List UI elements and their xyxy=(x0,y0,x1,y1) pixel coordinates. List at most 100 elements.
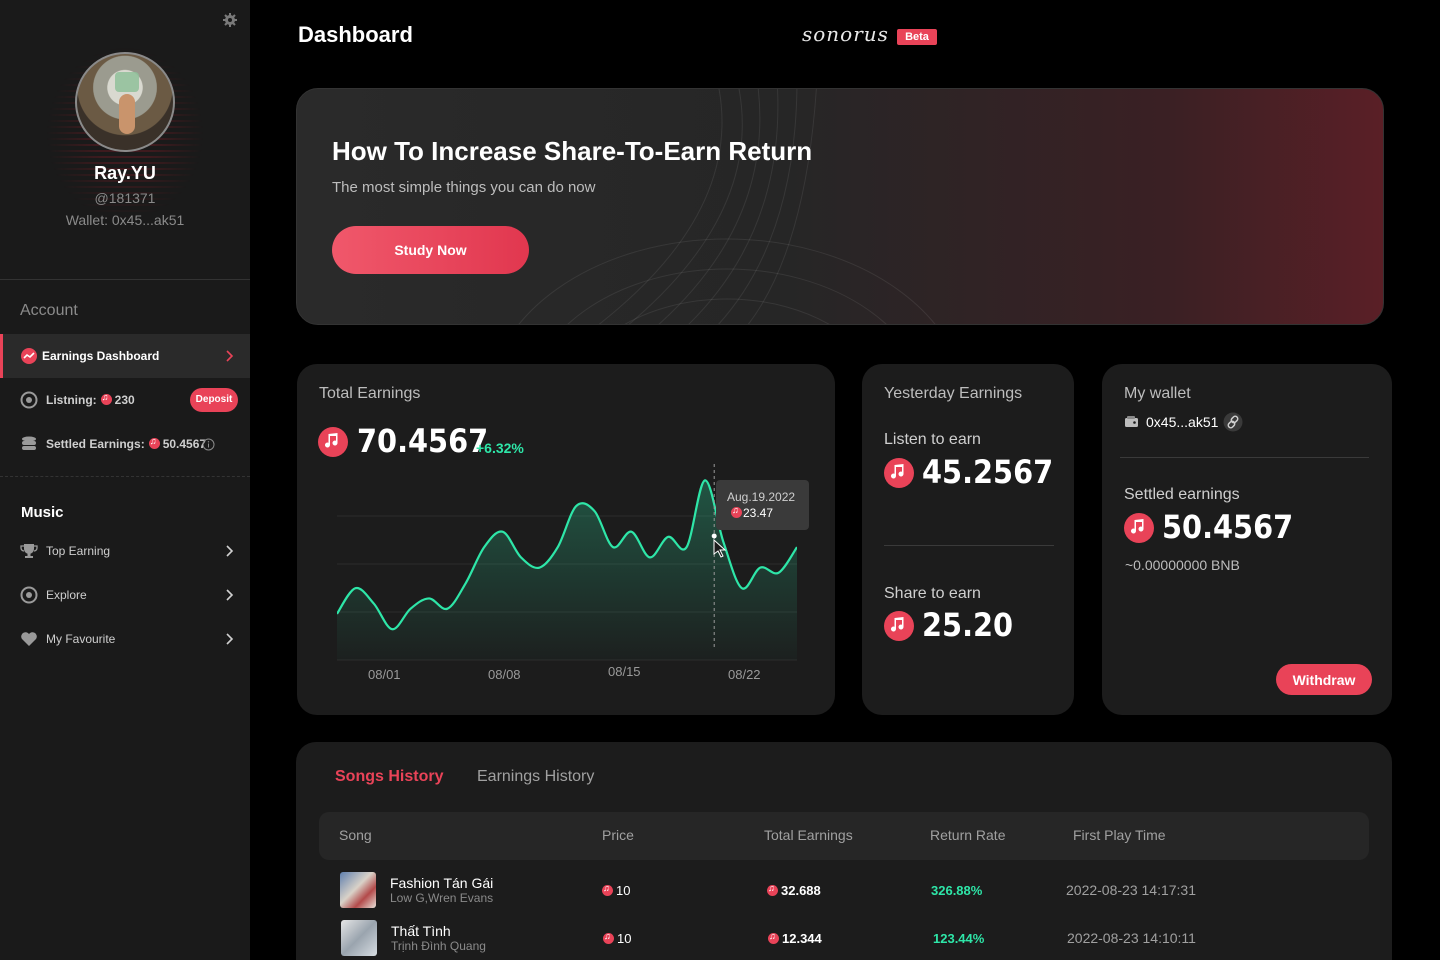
price-cell: 10 xyxy=(603,931,631,946)
tooltip-date: Aug.19.2022 xyxy=(727,490,796,504)
settled-label: Settled earnings xyxy=(1124,486,1240,503)
song-cover[interactable] xyxy=(341,920,377,956)
song-artist: Trịnh Đình Quang xyxy=(391,939,486,953)
x-tick-label: 08/01 xyxy=(368,667,401,682)
share-label: Share to earn xyxy=(884,585,981,602)
chevron-right-icon xyxy=(226,633,234,645)
token-icon xyxy=(767,883,778,896)
total-earnings-cell: 12.344 xyxy=(768,931,822,946)
song-artist: Low G,Wren Evans xyxy=(390,891,494,905)
deposit-button[interactable]: Deposit xyxy=(190,388,238,412)
sidebar-item-label: My Favourite xyxy=(46,632,116,646)
chevron-right-icon xyxy=(226,350,234,362)
dashboard-icon xyxy=(21,348,37,364)
yesterday-earnings-card xyxy=(862,364,1074,715)
listen-value: 45.2567 xyxy=(922,453,1054,491)
total-earnings-change: +6.32% xyxy=(476,440,524,456)
token-icon xyxy=(884,458,914,488)
listen-label: Listen to earn xyxy=(884,431,981,448)
withdraw-button[interactable]: Withdraw xyxy=(1276,664,1372,695)
share-value: 25.20 xyxy=(922,606,1014,644)
divider xyxy=(884,545,1054,546)
heart-icon xyxy=(21,632,37,646)
user-name: Ray.YU xyxy=(94,163,156,183)
info-icon[interactable] xyxy=(202,438,215,451)
explore-icon xyxy=(20,586,38,604)
token-icon xyxy=(318,427,348,457)
x-tick-label: 08/22 xyxy=(728,667,761,682)
token-icon xyxy=(768,931,779,944)
token-icon xyxy=(148,436,160,449)
token-icon xyxy=(602,883,613,896)
sidebar-item-earnings-dashboard[interactable]: Earnings Dashboard xyxy=(0,334,250,378)
chevron-right-icon xyxy=(226,545,234,557)
banner-decoration xyxy=(518,89,936,324)
music-heading: Music xyxy=(21,504,64,521)
wallet-icon xyxy=(1125,416,1138,427)
sidebar-item-label: Listning:230 xyxy=(46,392,135,407)
sidebar-item-label: Top Earning xyxy=(46,544,111,558)
sidebar-item-settled-earnings: Settled Earnings:50.4567 xyxy=(0,422,250,466)
banner-subtitle: The most simple things you can do now xyxy=(332,179,596,196)
song-title[interactable]: Thất Tình xyxy=(391,923,451,939)
sidebar-item-label: Settled Earnings:50.4567 xyxy=(46,436,207,451)
token-icon xyxy=(100,392,112,405)
promo-banner: How To Increase Share-To-Earn Return The… xyxy=(296,88,1384,325)
divider xyxy=(1120,457,1369,458)
account-heading: Account xyxy=(20,302,78,319)
price-cell: 10 xyxy=(602,883,630,898)
user-handle: @181371 xyxy=(94,190,156,206)
listening-count: 230 xyxy=(114,393,135,407)
settled-value: 50.4567 xyxy=(162,437,207,451)
disc-icon xyxy=(20,391,38,409)
study-now-button[interactable]: Study Now xyxy=(332,226,529,274)
sidebar-item-label: Explore xyxy=(46,588,87,602)
return-rate-cell: 326.88% xyxy=(931,883,983,898)
tooltip-value: 23.47 xyxy=(743,506,774,520)
column-header-total-earnings: Total Earnings xyxy=(764,827,853,843)
song-cover[interactable] xyxy=(340,872,376,908)
column-header-return-rate: Return Rate xyxy=(930,827,1006,843)
token-icon xyxy=(603,931,614,944)
tab-songs-history[interactable]: Songs History xyxy=(335,768,443,786)
highlight-point xyxy=(711,533,717,539)
sidebar-item-explore[interactable]: Explore xyxy=(0,573,250,617)
wallet-label: My wallet xyxy=(1124,385,1191,402)
song-title[interactable]: Fashion Tán Gái xyxy=(390,875,493,891)
chart-tooltip: Aug.19.2022 23.47 xyxy=(716,480,809,530)
settled-value: 50.4567 xyxy=(1162,508,1294,546)
column-header-first-play-time: First Play Time xyxy=(1073,827,1166,843)
first-play-time-cell: 2022-08-23 14:17:31 xyxy=(1066,882,1196,898)
x-tick-label: 08/08 xyxy=(488,667,521,682)
sidebar-item-label: Earnings Dashboard xyxy=(42,349,160,363)
x-tick-label: 08/15 xyxy=(608,664,641,679)
app-root: Ray.YU @181371 Wallet: 0x45...ak51 Accou… xyxy=(0,0,1440,960)
trophy-icon xyxy=(20,544,38,558)
return-rate-cell: 123.44% xyxy=(933,931,985,946)
total-earnings-cell: 32.688 xyxy=(767,883,821,898)
sidebar-item-my-favourite[interactable]: My Favourite xyxy=(0,617,250,661)
brand-logo: sonorus xyxy=(802,22,889,46)
total-earnings-value: 70.4567 xyxy=(357,422,489,460)
bnb-value: ~0.00000000 BNB xyxy=(1125,557,1240,573)
token-icon xyxy=(731,505,742,518)
first-play-time-cell: 2022-08-23 14:10:11 xyxy=(1067,930,1196,946)
banner-title: How To Increase Share-To-Earn Return xyxy=(332,136,813,166)
sidebar: Ray.YU @181371 Wallet: 0x45...ak51 Accou… xyxy=(0,0,250,960)
wallet-address: 0x45...ak51 xyxy=(1146,414,1219,430)
avatar[interactable] xyxy=(75,52,175,152)
chevron-right-icon xyxy=(226,589,234,601)
page-title: Dashboard xyxy=(298,22,413,47)
beta-badge: Beta xyxy=(897,29,937,45)
column-header-song: Song xyxy=(339,827,372,843)
divider xyxy=(0,476,250,477)
yesterday-label: Yesterday Earnings xyxy=(884,385,1023,402)
tab-earnings-history[interactable]: Earnings History xyxy=(477,768,594,786)
total-earnings-label: Total Earnings xyxy=(319,385,421,402)
database-icon xyxy=(22,436,36,450)
token-icon xyxy=(1124,513,1154,543)
gear-icon[interactable] xyxy=(223,13,237,27)
link-icon[interactable] xyxy=(1223,412,1243,432)
column-header-price: Price xyxy=(602,827,634,843)
sidebar-item-top-earning[interactable]: Top Earning xyxy=(0,529,250,573)
